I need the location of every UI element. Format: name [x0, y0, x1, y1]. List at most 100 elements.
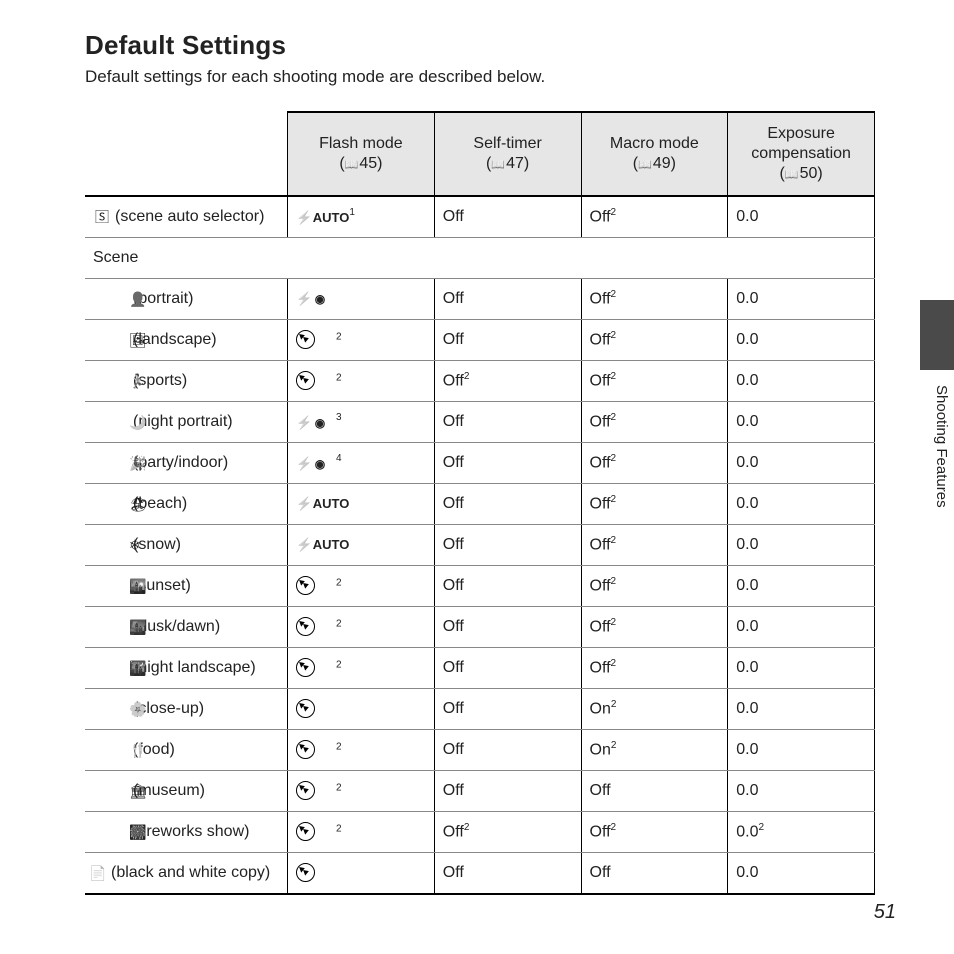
cell-exposure: 0.0: [728, 196, 875, 238]
book-icon: [785, 165, 800, 182]
header-exposure: Exposure compensation (50): [728, 112, 875, 196]
table-row: 📄(black and white copy)OffOff0.0: [85, 853, 875, 895]
row-label-scene-auto: 🅂(scene auto selector): [85, 196, 288, 238]
row-label-bw-copy: 📄(black and white copy): [85, 853, 288, 895]
mode-icon: 🎉: [111, 455, 129, 472]
row-label-museum: 🏛(museum): [85, 771, 288, 812]
mode-icon: 👤: [111, 291, 129, 308]
table-row: 🌃(night landscape)2OffOff20.0: [85, 648, 875, 689]
cell-exposure: 0.0: [728, 361, 875, 402]
flash-off-icon: [296, 781, 315, 800]
cell-flash: 2: [288, 648, 435, 689]
row-label-portrait: 👤(portrait): [85, 279, 288, 320]
cell-exposure: 0.0: [728, 443, 875, 484]
flash-off-icon: [296, 740, 315, 759]
cell-timer: Off: [434, 402, 581, 443]
cell-flash: 2: [288, 771, 435, 812]
table-row: 🏖(beach)AUTOOffOff20.0: [85, 484, 875, 525]
cell-flash: 2: [288, 566, 435, 607]
book-icon: [491, 155, 506, 172]
page-number: 51: [874, 901, 896, 924]
cell-exposure: 0.0: [728, 320, 875, 361]
page-content: Default Settings Default settings for ea…: [85, 30, 875, 895]
mode-icon: 🏃: [111, 373, 129, 390]
cell-timer: Off: [434, 689, 581, 730]
cell-flash: 2: [288, 320, 435, 361]
table-row: 🎆(fireworks show)2Off2Off20.02: [85, 812, 875, 853]
row-label-sports: 🏃(sports): [85, 361, 288, 402]
cell-exposure: 0.0: [728, 648, 875, 689]
section-tab: [920, 300, 954, 370]
cell-exposure: 0.0: [728, 853, 875, 895]
cell-flash: 4: [288, 443, 435, 484]
mode-icon: 🏛: [111, 783, 129, 800]
mode-icon: 🅂: [93, 209, 111, 226]
cell-macro: Off: [581, 771, 728, 812]
table-row: 👤(portrait)OffOff20.0: [85, 279, 875, 320]
flash-off-icon: [296, 822, 315, 841]
row-label-sunset: 🌇(sunset): [85, 566, 288, 607]
flash-off-icon: [296, 617, 315, 636]
cell-macro: Off2: [581, 320, 728, 361]
cell-timer: Off2: [434, 812, 581, 853]
row-label-night-portrait: 🌙(night portrait): [85, 402, 288, 443]
cell-exposure: 0.0: [728, 607, 875, 648]
page-title: Default Settings: [85, 30, 875, 61]
cell-exposure: 0.0: [728, 402, 875, 443]
cell-macro: Off2: [581, 607, 728, 648]
cell-timer: Off: [434, 320, 581, 361]
mode-icon: ❄: [111, 537, 129, 554]
cell-flash: [288, 689, 435, 730]
book-icon: [345, 155, 360, 172]
row-label-night-land: 🌃(night landscape): [85, 648, 288, 689]
cell-macro: Off2: [581, 361, 728, 402]
row-label-snow: ❄(snow): [85, 525, 288, 566]
flash-off-icon: [296, 699, 315, 718]
mode-icon: 🌃: [111, 660, 129, 677]
table-row: 🏃(sports)2Off2Off20.0: [85, 361, 875, 402]
row-label-beach: 🏖(beach): [85, 484, 288, 525]
cell-timer: Off: [434, 730, 581, 771]
table-header-row: Flash mode (45) Self-timer (47) Macro mo…: [85, 112, 875, 196]
cell-timer: Off: [434, 853, 581, 895]
cell-flash: AUTO1: [288, 196, 435, 238]
cell-timer: Off: [434, 484, 581, 525]
flash-off-icon: [296, 576, 315, 595]
table-row: 🖼(landscape)2OffOff20.0: [85, 320, 875, 361]
cell-flash: 2: [288, 361, 435, 402]
cell-exposure: 0.0: [728, 689, 875, 730]
cell-macro: On2: [581, 689, 728, 730]
table-row: 🌆(dusk/dawn)2OffOff20.0: [85, 607, 875, 648]
row-label-closeup: 🌸(close-up): [85, 689, 288, 730]
cell-macro: Off2: [581, 279, 728, 320]
intro-text: Default settings for each shooting mode …: [85, 67, 875, 87]
cell-macro: On2: [581, 730, 728, 771]
cell-macro: Off2: [581, 443, 728, 484]
cell-timer: Off: [434, 771, 581, 812]
table-row: 🌇(sunset)2OffOff20.0: [85, 566, 875, 607]
cell-macro: Off2: [581, 648, 728, 689]
cell-timer: Off: [434, 566, 581, 607]
book-icon: [638, 155, 653, 172]
table-row: 🌙(night portrait)3OffOff20.0: [85, 402, 875, 443]
header-macro: Macro mode (49): [581, 112, 728, 196]
mode-icon: 📄: [89, 865, 107, 882]
mode-icon: 🌸: [111, 701, 129, 718]
cell-timer: Off: [434, 648, 581, 689]
mode-icon: 🌆: [111, 619, 129, 636]
cell-macro: Off2: [581, 812, 728, 853]
row-label-food: 🍴(food): [85, 730, 288, 771]
cell-timer: Off: [434, 443, 581, 484]
table-row: 🍴(food)2OffOn20.0: [85, 730, 875, 771]
table-row: ❄(snow)AUTOOffOff20.0: [85, 525, 875, 566]
table-row: 🌸(close-up) OffOn20.0: [85, 689, 875, 730]
mode-icon: 🌙: [111, 414, 129, 431]
table-row: 🅂(scene auto selector)AUTO1OffOff20.0: [85, 196, 875, 238]
cell-flash: 2: [288, 730, 435, 771]
cell-timer: Off: [434, 525, 581, 566]
cell-timer: Off2: [434, 361, 581, 402]
row-label-fireworks: 🎆(fireworks show): [85, 812, 288, 853]
cell-flash: 3: [288, 402, 435, 443]
cell-macro: Off: [581, 853, 728, 895]
cell-exposure: 0.02: [728, 812, 875, 853]
